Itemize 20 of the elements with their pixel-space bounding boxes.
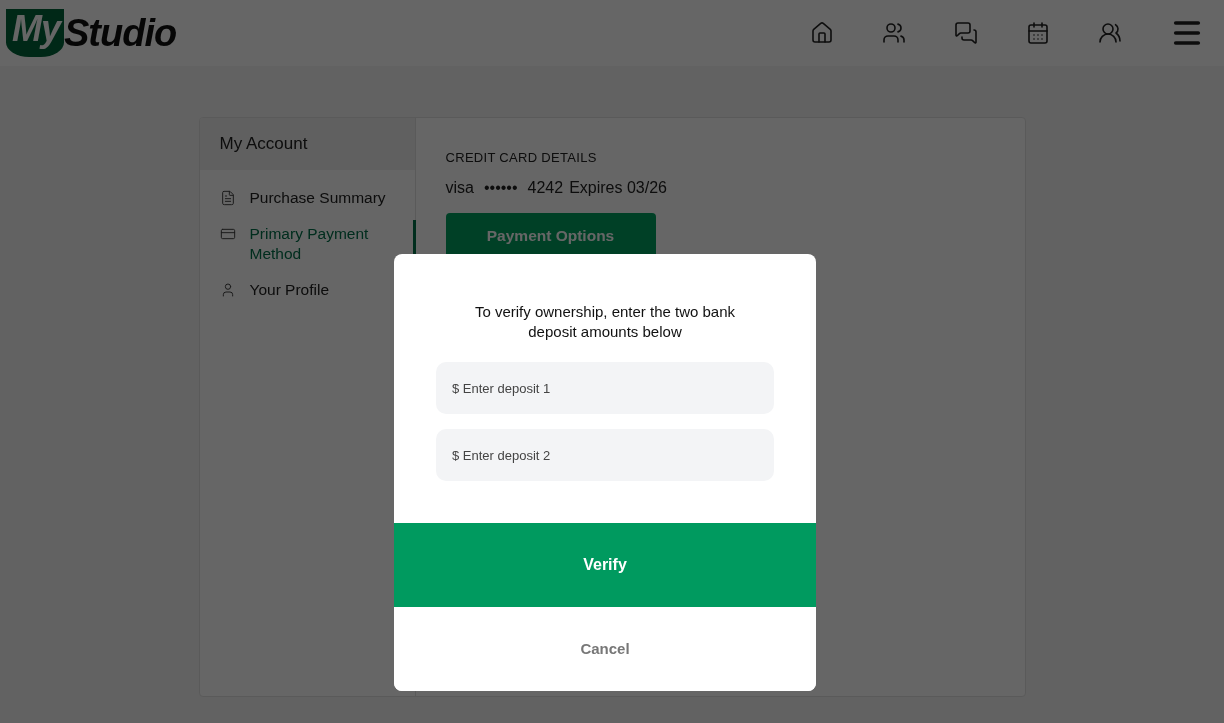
sidebar-title: My Account (199, 118, 415, 170)
receipt-icon (219, 188, 236, 206)
deposit-field[interactable]: $ Enter deposit 2 (436, 429, 774, 481)
section-heading: CREDIT CARD DETAILS (445, 150, 598, 165)
group-icon[interactable] (882, 21, 906, 45)
people-icon[interactable] (1098, 21, 1122, 45)
chat-icon[interactable] (954, 21, 978, 45)
card-expiry: Expires 03/26 (569, 179, 667, 197)
dialog-message: To verify ownership, enter the two bank deposit amounts below (473, 302, 737, 342)
card-brand: visa (445, 179, 474, 197)
sidebar-item[interactable]: Your Profile (199, 276, 416, 304)
sidebar-item[interactable]: Purchase Summary (199, 184, 416, 212)
card-number: 4242 (527, 179, 564, 197)
card-mask: •••••• (483, 179, 518, 197)
logo-text: Studio (64, 11, 177, 55)
home-icon[interactable] (810, 21, 834, 45)
calendar-icon[interactable] (1026, 21, 1050, 45)
deposit-field[interactable]: $ Enter deposit 1 (436, 362, 774, 414)
logo-text: My (6, 9, 64, 57)
verify-button[interactable]: Verify (394, 523, 816, 607)
